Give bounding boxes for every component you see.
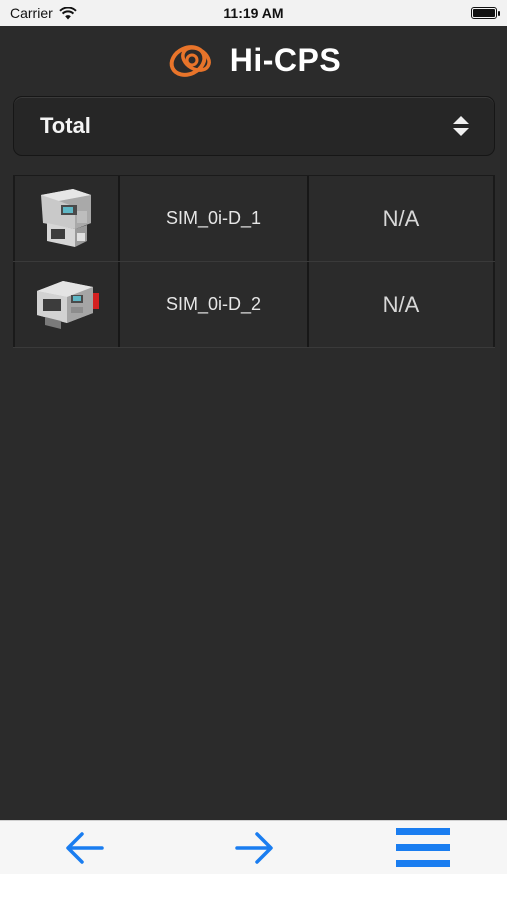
machine-image-cell	[13, 176, 120, 261]
home-indicator-area	[0, 874, 507, 900]
machine-name: SIM_0i-D_1	[120, 176, 309, 261]
hamburger-menu-icon	[395, 828, 450, 867]
status-left: Carrier	[10, 5, 77, 21]
filter-selected-value: Total	[40, 113, 91, 138]
machine-image-cell	[13, 262, 120, 347]
app-header: Hi-CPS	[0, 26, 507, 94]
carrier-label: Carrier	[10, 5, 53, 21]
machine-status: N/A	[309, 262, 495, 347]
battery-icon	[471, 7, 500, 19]
cnc-machine-icon	[40, 188, 91, 247]
back-button[interactable]	[55, 825, 115, 871]
hi-cps-logo-icon	[169, 45, 211, 77]
bottom-toolbar	[0, 820, 507, 875]
status-bar: Carrier 11:19 AM	[0, 0, 507, 26]
sort-updown-icon	[453, 116, 469, 136]
machine-filter-select[interactable]: Total	[13, 96, 495, 156]
app-title: Hi-CPS	[229, 41, 342, 78]
machine-status: N/A	[309, 176, 495, 261]
machine-name: SIM_0i-D_2	[120, 262, 309, 347]
forward-button[interactable]	[224, 825, 284, 871]
table-row[interactable]: SIM_0i-D_1 N/A	[13, 176, 495, 262]
menu-button[interactable]	[393, 825, 453, 871]
arrow-left-icon	[65, 832, 104, 864]
machine-table: SIM_0i-D_1 N/A SIM_0i-D_2 N/A	[13, 175, 495, 348]
wifi-icon	[59, 6, 77, 19]
cnc-lathe-icon	[36, 280, 99, 329]
arrow-right-icon	[234, 832, 273, 864]
table-row[interactable]: SIM_0i-D_2 N/A	[13, 262, 495, 348]
